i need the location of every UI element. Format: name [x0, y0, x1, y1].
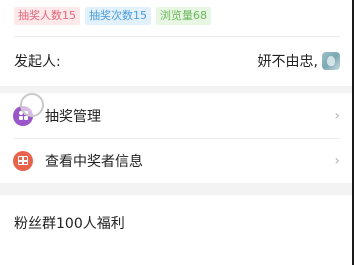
- chevron-right-icon: ›: [334, 152, 340, 169]
- divider: [14, 36, 340, 37]
- menu-item-view-winners[interactable]: 查看中奖者信息 ›: [0, 138, 354, 183]
- gift-icon: [13, 150, 33, 171]
- stats-tags: 抽奖人数15 抽奖次数15 浏览量68: [14, 7, 211, 25]
- view-count-tag: 浏览量68: [156, 7, 211, 25]
- stats-card: 抽奖人数15 抽奖次数15 浏览量68 发起人: 妍不由忠,: [0, 0, 354, 86]
- participants-count-tag: 抽奖人数15: [14, 7, 80, 25]
- initiator-row: 发起人: 妍不由忠,: [14, 46, 340, 76]
- activity-title: 粉丝群100人福利: [14, 216, 125, 232]
- initiator-label: 发起人:: [14, 54, 61, 70]
- activity-card: 粉丝群100人福利: [0, 195, 354, 265]
- lottery-detail-page: 抽奖人数15 抽奖次数15 浏览量68 发起人: 妍不由忠, 抽奖管理 › 查看…: [0, 0, 354, 265]
- menu-item-lottery-management[interactable]: 抽奖管理 ›: [0, 93, 354, 138]
- menu-item-label: 抽奖管理: [45, 108, 101, 125]
- menu-item-label: 查看中奖者信息: [45, 153, 143, 170]
- chevron-right-icon: ›: [334, 107, 340, 124]
- initiator-name: 妍不由忠,: [257, 54, 318, 70]
- draw-count-tag: 抽奖次数15: [85, 7, 151, 25]
- touch-indicator: [20, 93, 44, 117]
- initiator-profile[interactable]: 妍不由忠,: [258, 51, 340, 71]
- avatar[interactable]: [322, 52, 340, 70]
- menu-card: 抽奖管理 › 查看中奖者信息 ›: [0, 93, 354, 183]
